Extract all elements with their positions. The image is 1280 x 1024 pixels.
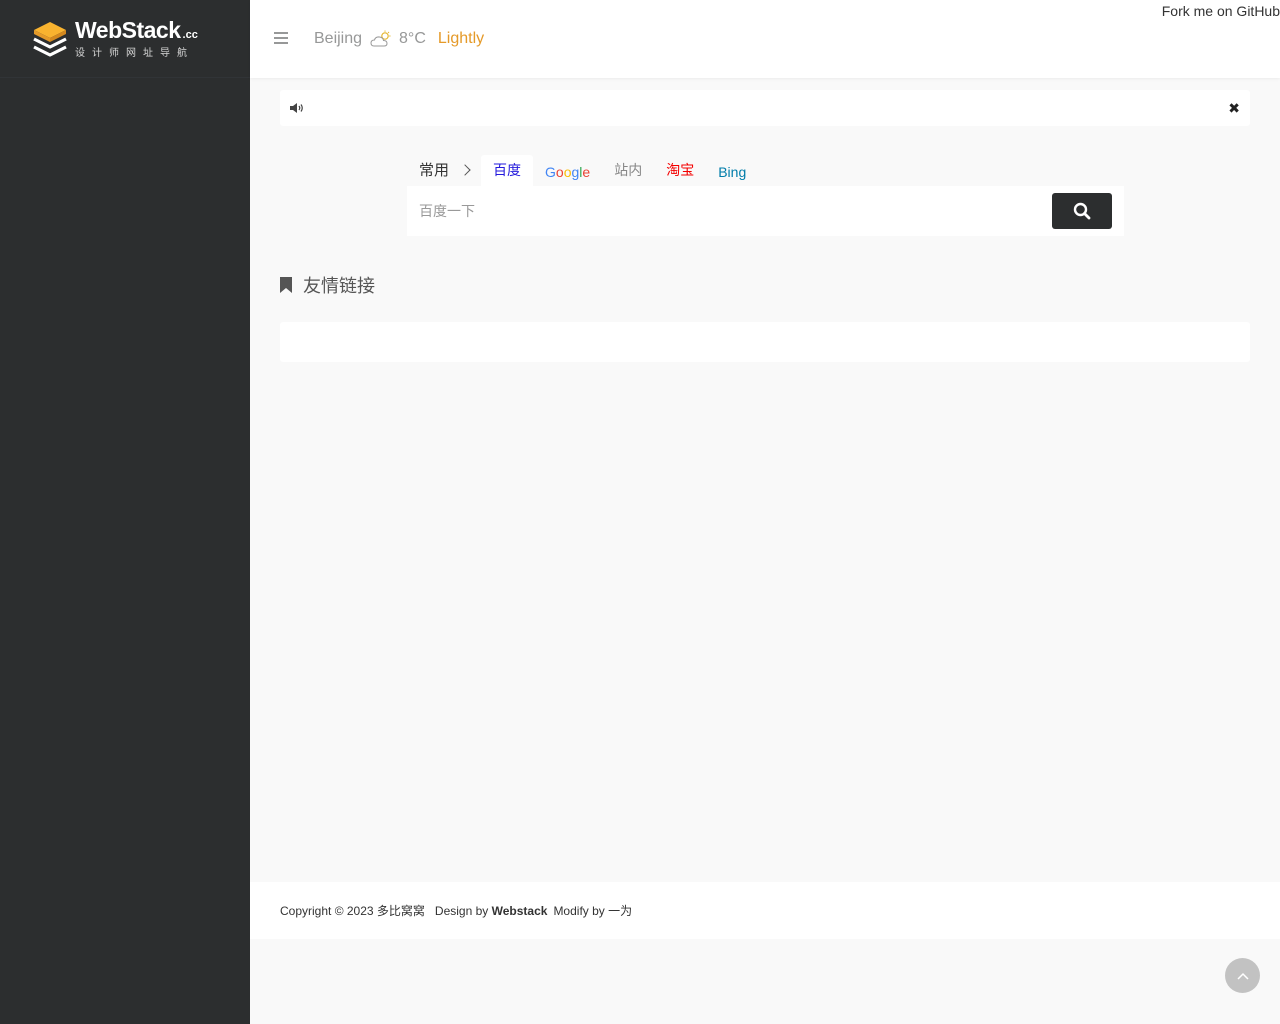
main-content: Beijing 8°C Lightly Fork me on GitHub ✖ …: [250, 0, 1280, 1024]
notice-bar: ✖: [280, 90, 1250, 126]
partly-cloudy-icon: [370, 30, 391, 47]
weather-temperature: 8°C: [399, 30, 426, 47]
volume-icon: [290, 103, 303, 113]
tab-taobao[interactable]: 淘宝: [654, 155, 706, 186]
search-tabs: 常用 百度 Google 站内 淘宝 Bing: [407, 155, 1124, 186]
search-group-label: 常用: [419, 162, 450, 179]
footer-modify-link[interactable]: 一为: [608, 902, 632, 919]
search-group-selector[interactable]: 常用: [407, 159, 481, 186]
search-box: [407, 186, 1124, 236]
chevron-right-icon: [459, 163, 471, 176]
section-heading: 友情链接: [280, 272, 375, 298]
footer-design-prefix: Design by: [434, 903, 489, 918]
footer-modify-prefix: Modify by: [553, 903, 605, 918]
tab-site[interactable]: 站内: [602, 155, 654, 186]
close-icon[interactable]: ✖: [1228, 100, 1240, 116]
footer: Copyright © 2023 多比窝窝 Design by Webstack…: [250, 882, 1280, 939]
logo[interactable]: WebStack .cc 设计师网址导航: [0, 0, 250, 78]
chevron-up-icon: [1236, 972, 1249, 980]
logo-subtitle: 设计师网址导航: [75, 47, 194, 59]
back-to-top-button[interactable]: [1225, 958, 1260, 993]
footer-copyright: Copyright © 2023 多比窝窝: [280, 904, 425, 918]
tab-baidu[interactable]: 百度: [481, 155, 534, 186]
bars-icon[interactable]: [274, 32, 288, 44]
search-panel: 常用 百度 Google 站内 淘宝 Bing: [407, 155, 1124, 236]
logo-stack-icon: [33, 21, 67, 57]
google-tab-label: G: [545, 164, 556, 180]
sidebar: WebStack .cc 设计师网址导航: [0, 0, 250, 1024]
search-button[interactable]: [1052, 193, 1112, 229]
fork-github-link[interactable]: Fork me on GitHub: [1162, 3, 1280, 19]
logo-title: WebStack .cc: [75, 16, 198, 43]
footer-design-link[interactable]: Webstack: [492, 904, 548, 918]
section-title: 友情链接: [303, 276, 375, 296]
tab-google[interactable]: Google: [533, 155, 602, 186]
topbar: Beijing 8°C Lightly Fork me on GitHub: [250, 0, 1280, 78]
weather-city: Beijing: [314, 30, 363, 47]
search-input[interactable]: [407, 186, 1047, 236]
search-icon: [1073, 202, 1091, 220]
weather-widget: Beijing 8°C Lightly: [314, 30, 484, 48]
friend-links-panel: [280, 322, 1250, 362]
tab-bing[interactable]: Bing: [706, 155, 758, 186]
weather-condition: Lightly: [437, 30, 485, 47]
bookmark-icon: [280, 277, 292, 293]
logo-suffix: .cc: [182, 28, 198, 41]
